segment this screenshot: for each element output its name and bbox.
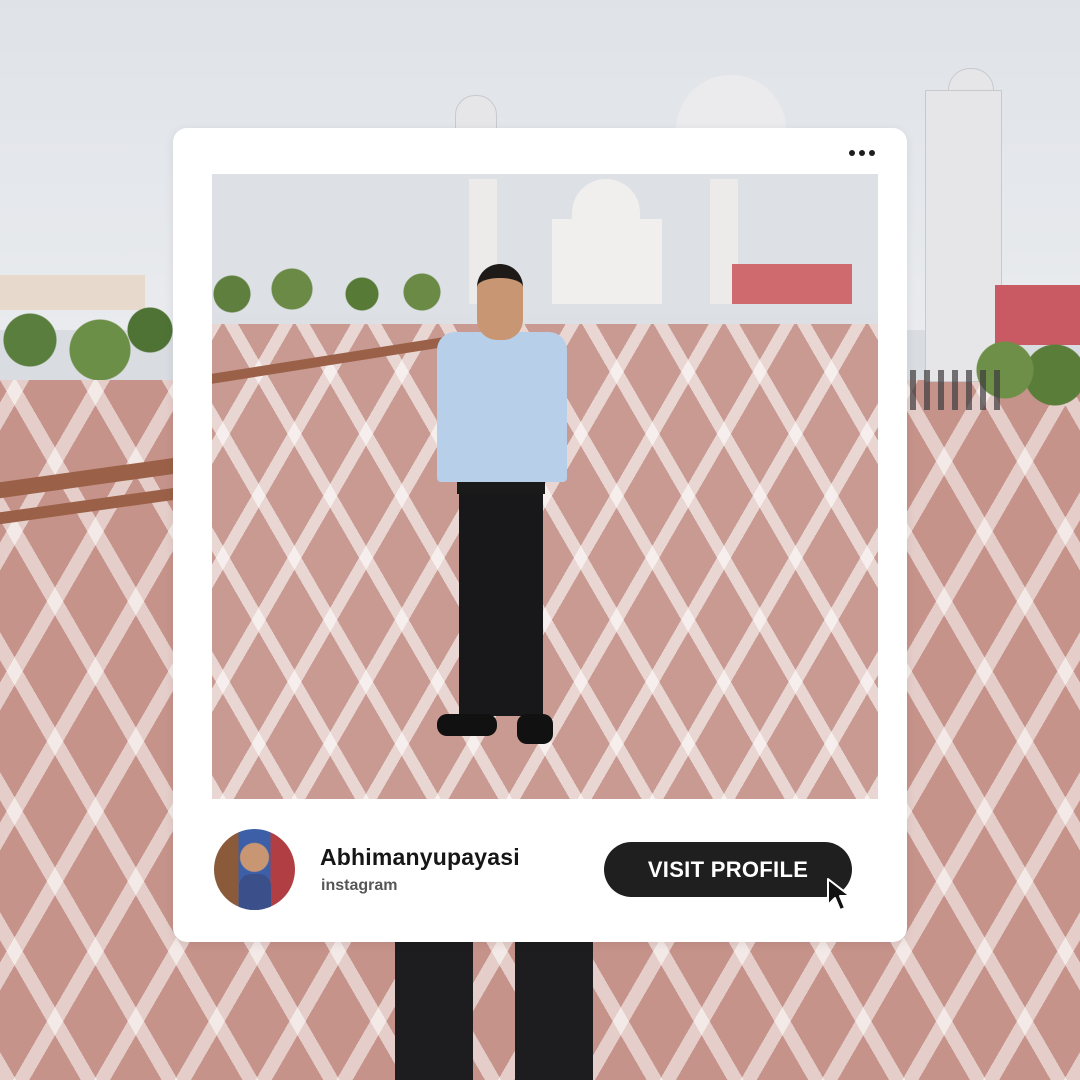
person-shoe-right (517, 714, 553, 744)
person-shoe-left (437, 714, 497, 736)
person-head (477, 264, 523, 340)
background-minaret-right (925, 90, 1002, 382)
username[interactable]: Abhimanyupayasi (320, 844, 520, 871)
dot (849, 150, 855, 156)
background-people (910, 370, 1000, 410)
background-red-building (995, 285, 1080, 345)
avatar-figure (239, 874, 271, 910)
photo-person (437, 264, 567, 764)
background-leg-left (395, 940, 473, 1080)
person-shirt (437, 332, 567, 482)
background-leg-right (515, 940, 593, 1080)
person-belt (457, 482, 545, 494)
person-pants (459, 494, 543, 716)
avatar[interactable] (214, 829, 295, 910)
mouse-pointer-icon (827, 878, 851, 911)
post-card: Abhimanyupayasi instagram VISIT PROFILE (173, 128, 907, 942)
photo-monument (552, 219, 662, 304)
more-options-icon[interactable] (845, 146, 879, 160)
dot (869, 150, 875, 156)
dot (859, 150, 865, 156)
platform-label: instagram (321, 877, 398, 894)
photo-trees (212, 264, 452, 324)
photo-red-building (732, 264, 852, 304)
post-photo[interactable] (212, 174, 878, 799)
visit-profile-button[interactable]: VISIT PROFILE (604, 842, 852, 897)
